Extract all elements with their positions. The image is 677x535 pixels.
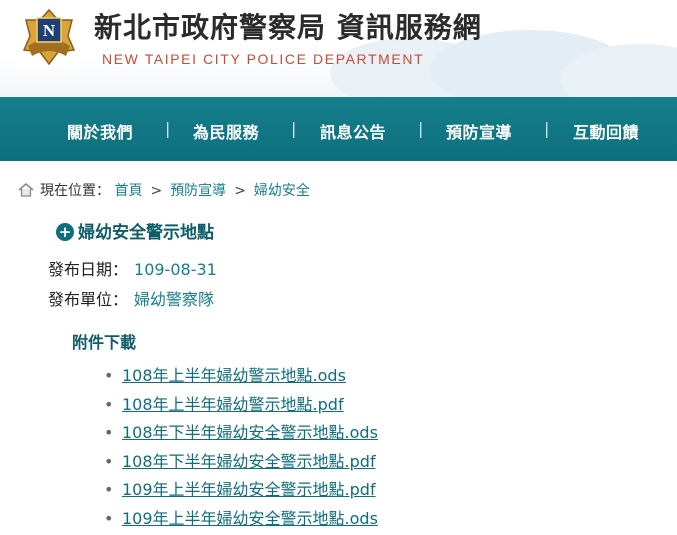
list-item: • 109年上半年婦幼安全警示地點.ods [104, 505, 378, 534]
nav-separator: | [544, 119, 550, 138]
list-item: • 108年下半年婦幼安全警示地點.pdf [104, 448, 378, 477]
list-bullet: • [104, 451, 114, 471]
publish-date: 發布日期： 109-08-31 [48, 256, 217, 280]
list-bullet: • [104, 508, 114, 528]
nav-item-prevention[interactable]: 預防宣導 [446, 119, 512, 143]
attachment-link[interactable]: 108年下半年婦幼安全警示地點.ods [122, 423, 378, 442]
attachment-link[interactable]: 108年下半年婦幼安全警示地點.pdf [122, 452, 376, 471]
attachments-heading: 附件下載 [72, 333, 137, 352]
breadcrumb-arrow: > [234, 183, 246, 199]
list-bullet: • [104, 480, 114, 500]
home-icon [18, 183, 34, 197]
publish-unit-value: 婦幼警察隊 [134, 290, 215, 309]
list-item: • 108年下半年婦幼安全警示地點.ods [104, 419, 378, 448]
list-item: • 109年上半年婦幼安全警示地點.pdf [104, 476, 378, 505]
publish-date-label: 發布日期： [48, 260, 129, 279]
breadcrumb-link-women-children-safety[interactable]: 婦幼安全 [254, 183, 310, 199]
police-badge-icon[interactable]: N [18, 6, 80, 68]
attachment-list: • 108年上半年婦幼警示地點.ods • 108年上半年婦幼警示地點.pdf • 1… [104, 362, 378, 534]
publish-date-value: 109-08-31 [134, 260, 217, 279]
site-subtitle: NEW TAIPEI CITY POLICE DEPARTMENT [102, 51, 425, 67]
breadcrumb-arrow: > [150, 183, 163, 199]
list-bullet: • [104, 394, 114, 414]
breadcrumb: 現在位置： 首頁 > 預防宣導 > 婦幼安全 [18, 180, 310, 200]
article-title: + 婦幼安全警示地點 [56, 218, 214, 243]
nav-item-announcements[interactable]: 訊息公告 [320, 119, 386, 143]
nav-separator: | [418, 119, 424, 138]
attachment-link[interactable]: 109年上半年婦幼安全警示地點.ods [122, 509, 378, 528]
nav-separator: | [291, 119, 297, 138]
site-title[interactable]: 新北市政府警察局 資訊服務網 [94, 6, 482, 46]
nav-item-feedback[interactable]: 互動回饋 [573, 119, 639, 143]
nav-item-about[interactable]: 關於我們 [67, 119, 133, 143]
attachment-link[interactable]: 109年上半年婦幼安全警示地點.pdf [122, 480, 376, 499]
publish-unit-label: 發布單位： [48, 290, 129, 309]
article-title-text: 婦幼安全警示地點 [78, 223, 214, 243]
breadcrumb-link-prevention[interactable]: 預防宣導 [170, 183, 226, 199]
list-item: • 108年上半年婦幼警示地點.ods [104, 362, 378, 391]
breadcrumb-link-home[interactable]: 首頁 [114, 183, 142, 199]
svg-text:N: N [43, 21, 56, 40]
nav-item-services[interactable]: 為民服務 [193, 119, 259, 143]
nav-separator: | [165, 119, 171, 138]
list-item: • 108年上半年婦幼警示地點.pdf [104, 391, 378, 420]
plus-circle-icon: + [56, 223, 74, 241]
list-bullet: • [104, 366, 114, 385]
attachment-link[interactable]: 108年上半年婦幼警示地點.ods [122, 366, 346, 385]
list-bullet: • [104, 423, 114, 443]
main-nav: 關於我們 | 為民服務 | 訊息公告 | 預防宣導 | 互動回饋 [0, 97, 677, 161]
attachment-link[interactable]: 108年上半年婦幼警示地點.pdf [122, 395, 344, 414]
site-header: N 新北市政府警察局 資訊服務網 NEW TAIPEI CITY POLICE … [0, 0, 677, 97]
breadcrumb-label: 現在位置： [40, 183, 110, 199]
publish-unit: 發布單位： 婦幼警察隊 [48, 286, 214, 310]
